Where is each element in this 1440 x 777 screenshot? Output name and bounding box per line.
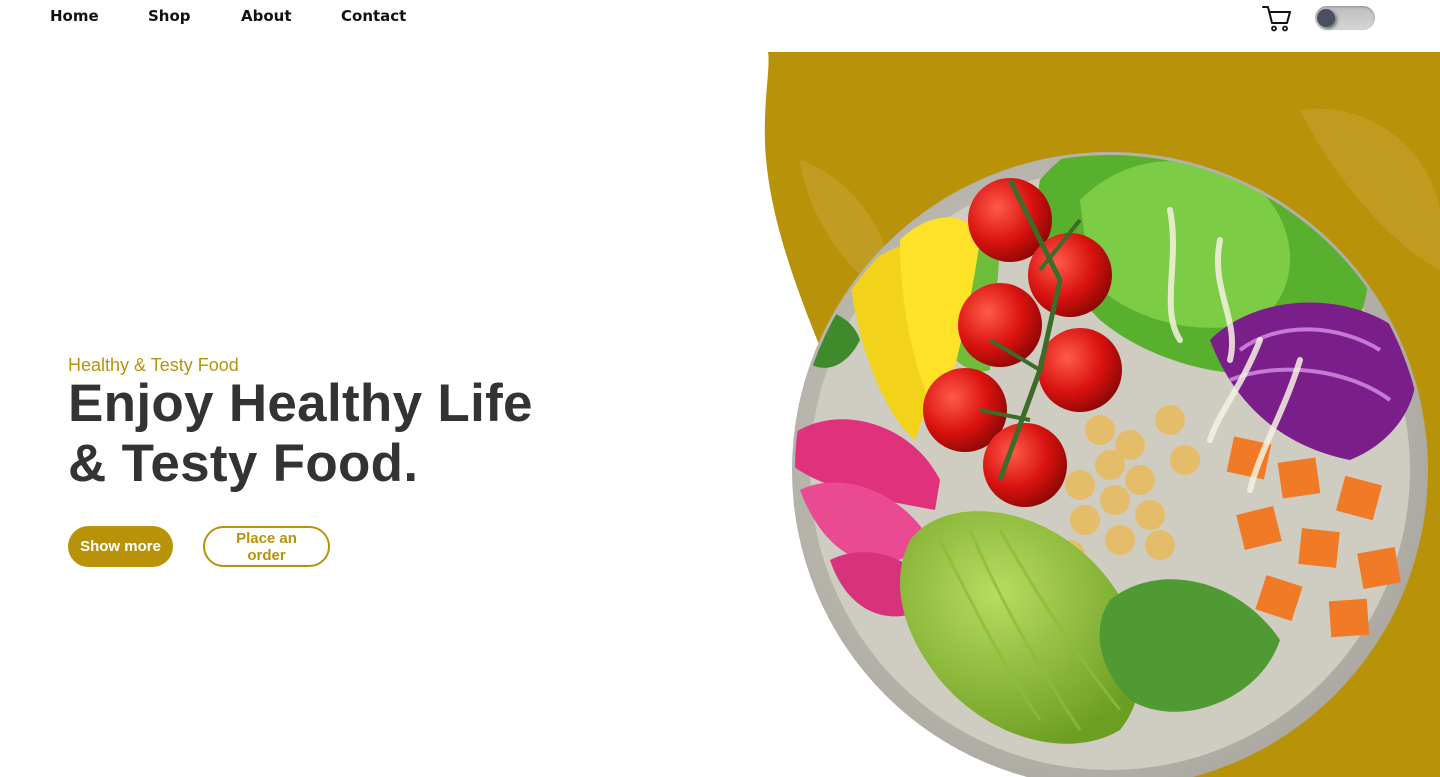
nav-home-link[interactable]: Home bbox=[50, 7, 99, 25]
top-nav: Home Shop About Contact bbox=[0, 0, 1440, 36]
hero-headline: Enjoy Healthy Life & Testy Food. bbox=[68, 374, 533, 494]
show-more-button[interactable]: Show more bbox=[68, 526, 173, 567]
landing-page: Home Shop About Contact Healthy & Testy … bbox=[0, 0, 1440, 777]
place-order-button[interactable]: Place an order bbox=[203, 526, 330, 567]
toggle-knob bbox=[1317, 9, 1335, 27]
nav-contact-link[interactable]: Contact bbox=[341, 7, 406, 25]
cart-icon[interactable] bbox=[1261, 3, 1293, 33]
headline-line-1: Enjoy Healthy Life bbox=[68, 374, 533, 433]
salad-bowl-image bbox=[740, 40, 1440, 777]
theme-toggle[interactable] bbox=[1315, 6, 1375, 30]
nav-about-link[interactable]: About bbox=[241, 7, 292, 25]
hero-tagline: Healthy & Testy Food bbox=[68, 355, 239, 375]
nav-shop-link[interactable]: Shop bbox=[148, 7, 191, 25]
headline-line-2: & Testy Food. bbox=[68, 434, 419, 493]
